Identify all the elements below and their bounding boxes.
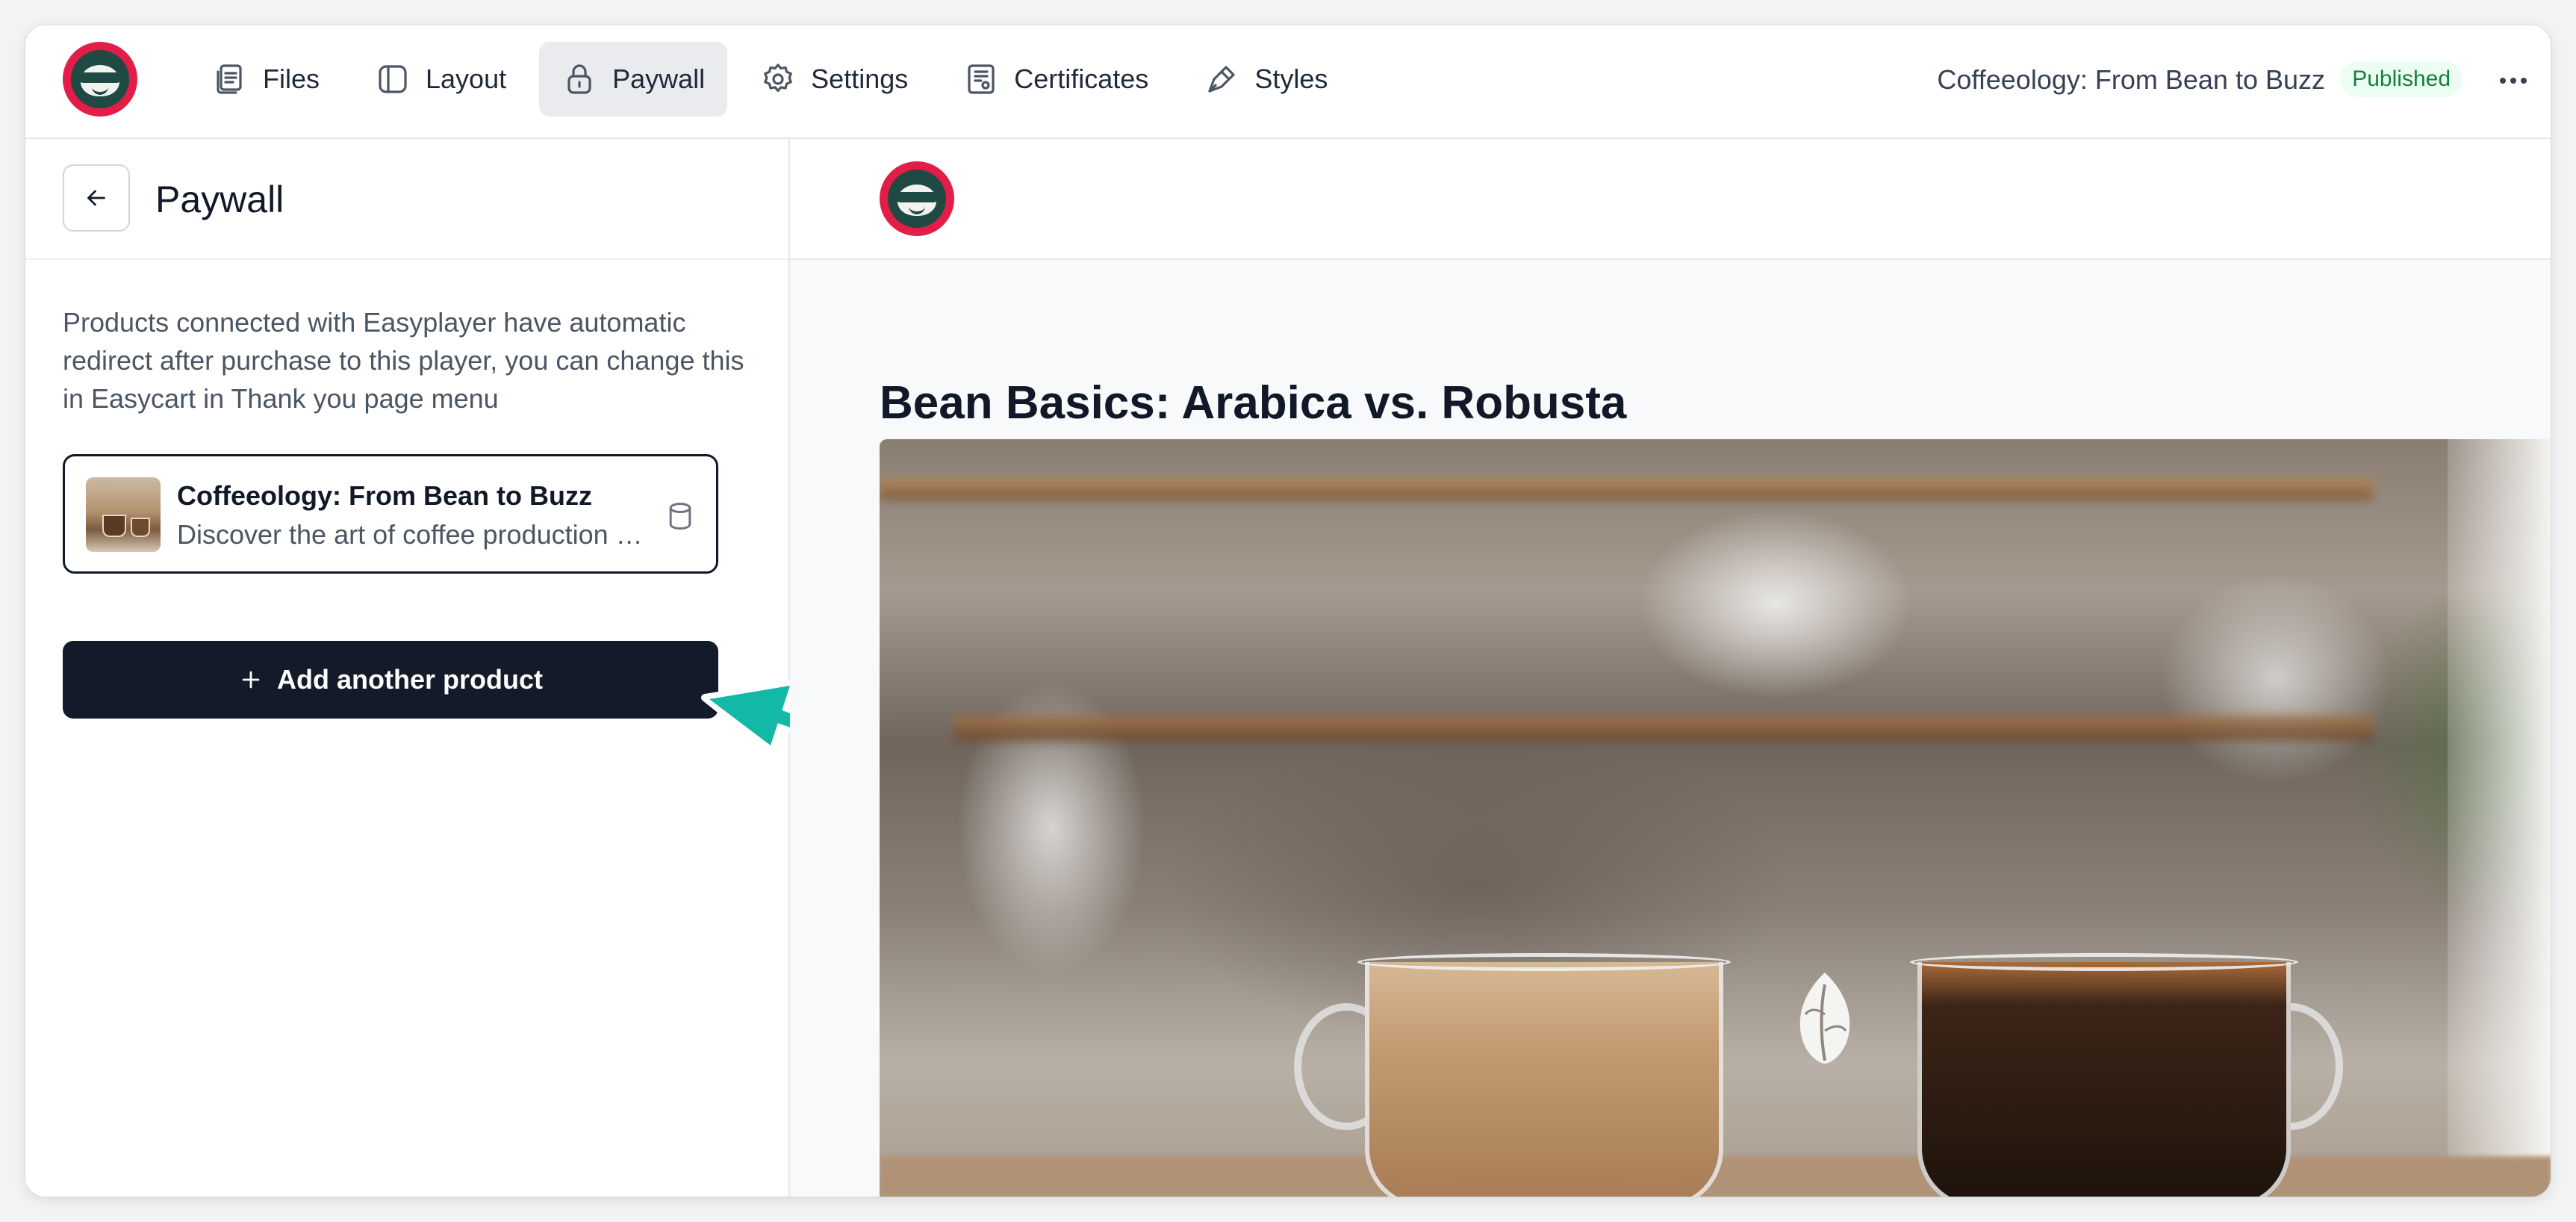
nav-label-paywall: Paywall: [612, 63, 706, 94]
lesson-hero-image: [880, 439, 2551, 1197]
add-product-label: Add another product: [277, 664, 543, 695]
layout-icon: [379, 65, 407, 93]
product-name: Coffeeology: From Bean to Buzz: [177, 480, 592, 511]
paywall-info-text: Products connected with Easyplayer have …: [63, 307, 744, 414]
sidebar-header: Paywall: [25, 139, 788, 260]
files-icon: [217, 64, 242, 94]
sloth-logo-icon: [880, 161, 954, 236]
nav-item-paywall[interactable]: Paywall: [539, 42, 728, 117]
preview-header: [790, 139, 2551, 260]
brush-icon: [1208, 66, 1235, 93]
brand-logo[interactable]: [63, 42, 137, 117]
leaf-logo-icon: [1799, 973, 1850, 1064]
espresso-cup: [1917, 962, 2291, 1197]
preview-logo: [880, 161, 954, 236]
nav-item-certificates[interactable]: Certificates: [941, 42, 1171, 117]
database-icon[interactable]: [664, 500, 697, 533]
latte-cup: [1365, 962, 1723, 1197]
player-preview: Bean Basics: Arabica vs. Robusta: [790, 139, 2551, 1197]
back-button[interactable]: [63, 164, 130, 232]
plus-icon: [242, 671, 260, 689]
main-nav: Files Layout Paywall Settings Certificat…: [190, 42, 1350, 118]
lock-icon: [567, 64, 591, 94]
arrow-left-icon: [87, 190, 105, 206]
nav-item-styles[interactable]: Styles: [1181, 42, 1350, 117]
nav-item-files[interactable]: Files: [190, 42, 342, 117]
sloth-logo-icon: [71, 50, 129, 108]
top-navigation-bar: Files Layout Paywall Settings Certificat…: [25, 25, 2551, 139]
gear-icon: [764, 63, 792, 92]
paywall-sidebar: Paywall Products connected with Easyplay…: [25, 139, 940, 1197]
course-title: Coffeeology: From Bean to Buzz: [1937, 64, 2325, 95]
product-thumbnail: [86, 477, 161, 552]
page-title: Paywall: [155, 179, 284, 220]
nav-item-settings[interactable]: Settings: [738, 42, 930, 117]
nav-label-certificates: Certificates: [1014, 63, 1149, 94]
nav-label-layout: Layout: [426, 63, 507, 94]
connected-product-card[interactable]: Coffeeology: From Bean to Buzz Discover …: [63, 454, 718, 574]
app-window: Files Layout Paywall Settings Certificat…: [25, 25, 2551, 1197]
lesson-title: Bean Basics: Arabica vs. Robusta: [880, 377, 1627, 429]
nav-label-styles: Styles: [1254, 63, 1328, 94]
more-horizontal-icon: [2500, 78, 2527, 84]
status-badge: Published: [2340, 61, 2463, 97]
product-description: Discover the art of coffee production an…: [177, 519, 655, 550]
more-options-button[interactable]: [2495, 63, 2531, 99]
nav-label-settings: Settings: [811, 63, 909, 94]
nav-item-layout[interactable]: Layout: [352, 42, 529, 117]
certificate-icon: [968, 64, 995, 94]
nav-label-files: Files: [263, 63, 320, 94]
add-another-product-button[interactable]: Add another product: [63, 641, 718, 719]
